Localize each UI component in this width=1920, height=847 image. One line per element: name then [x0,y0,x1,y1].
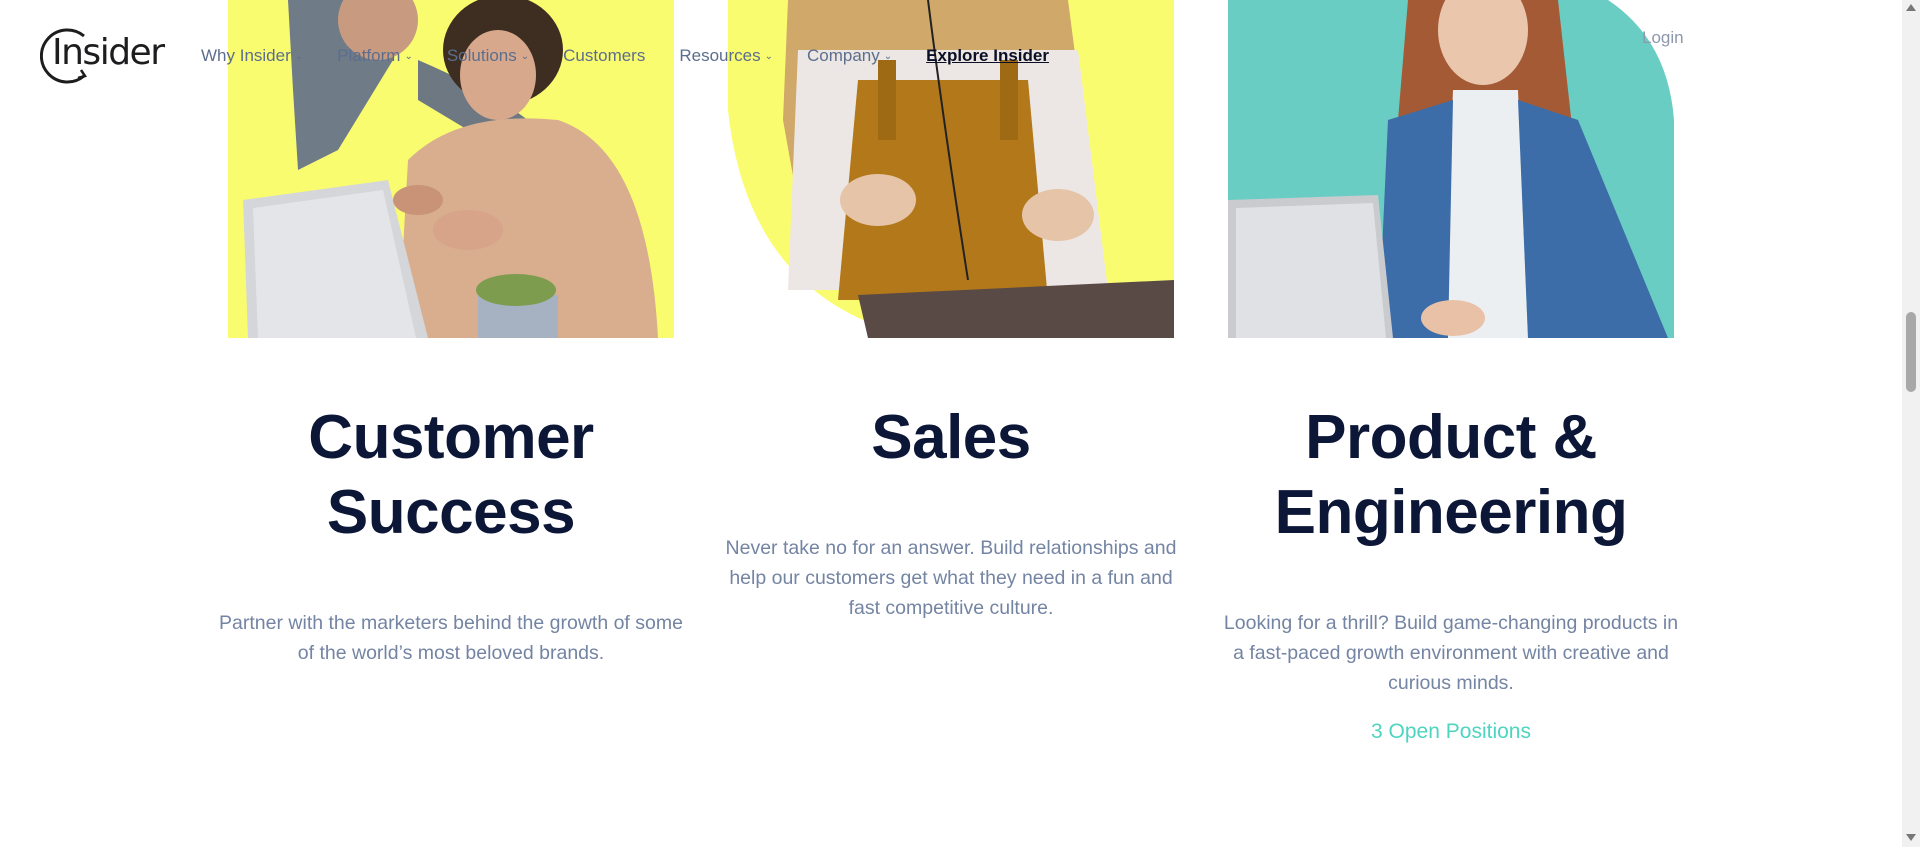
department-description: Looking for a thrill? Build game-changin… [1223,612,1679,694]
scrollbar-thumb[interactable] [1906,312,1916,392]
nav-label: Platform [337,46,401,65]
nav-platform[interactable]: Platform ⌄ [337,46,413,66]
open-positions-link[interactable]: 3 Open Positions [1228,720,1674,744]
title-line-2: Success [326,478,576,547]
chevron-down-icon: ⌄ [883,50,893,62]
title-line-2: Engineering [1274,478,1628,547]
title-line-1: Customer [308,403,594,472]
nav-customers[interactable]: Customers [563,46,645,66]
title-line-1: Sales [871,403,1031,472]
nav-label: Why Insider [201,46,291,65]
department-title: Product & Engineering [1208,400,1694,550]
scroll-down-arrow-icon[interactable] [1906,834,1916,841]
logo-wordmark: Insider [52,32,165,73]
site-header: Insider Why Insider ⌄ Platform ⌄ Solutio… [0,0,1900,112]
chevron-down-icon: ⌄ [294,50,304,62]
title-line-1: Product & [1305,403,1597,472]
nav-company[interactable]: Company ⌄ [807,46,892,66]
nav-label: Customers [563,46,646,65]
scroll-up-arrow-icon[interactable] [1906,4,1916,11]
nav-label: Solutions [446,46,517,65]
nav-resources[interactable]: Resources ⌄ [679,46,773,66]
chevron-down-icon: ⌄ [404,50,413,62]
insider-logo[interactable]: Insider [40,26,165,86]
department-title: Sales [708,400,1194,475]
main-nav: Why Insider ⌄ Platform ⌄ Solutions ⌄ Cus… [201,46,1049,66]
login-link[interactable]: Login [1642,28,1684,48]
chevron-down-icon: ⌄ [764,50,773,62]
department-description: Partner with the marketers behind the gr… [219,612,683,664]
nav-label: Explore Insider [926,46,1049,65]
chevron-down-icon: ⌄ [520,50,530,62]
department-description: Never take no for an answer. Build relat… [725,537,1177,619]
department-title: Customer Success [208,400,694,550]
nav-explore-insider[interactable]: Explore Insider [926,46,1049,66]
page-scrollbar[interactable] [1902,0,1920,847]
nav-label: Resources [679,46,761,65]
nav-why-insider[interactable]: Why Insider ⌄ [201,46,303,66]
nav-label: Company [807,46,880,65]
nav-solutions[interactable]: Solutions ⌄ [447,46,529,66]
